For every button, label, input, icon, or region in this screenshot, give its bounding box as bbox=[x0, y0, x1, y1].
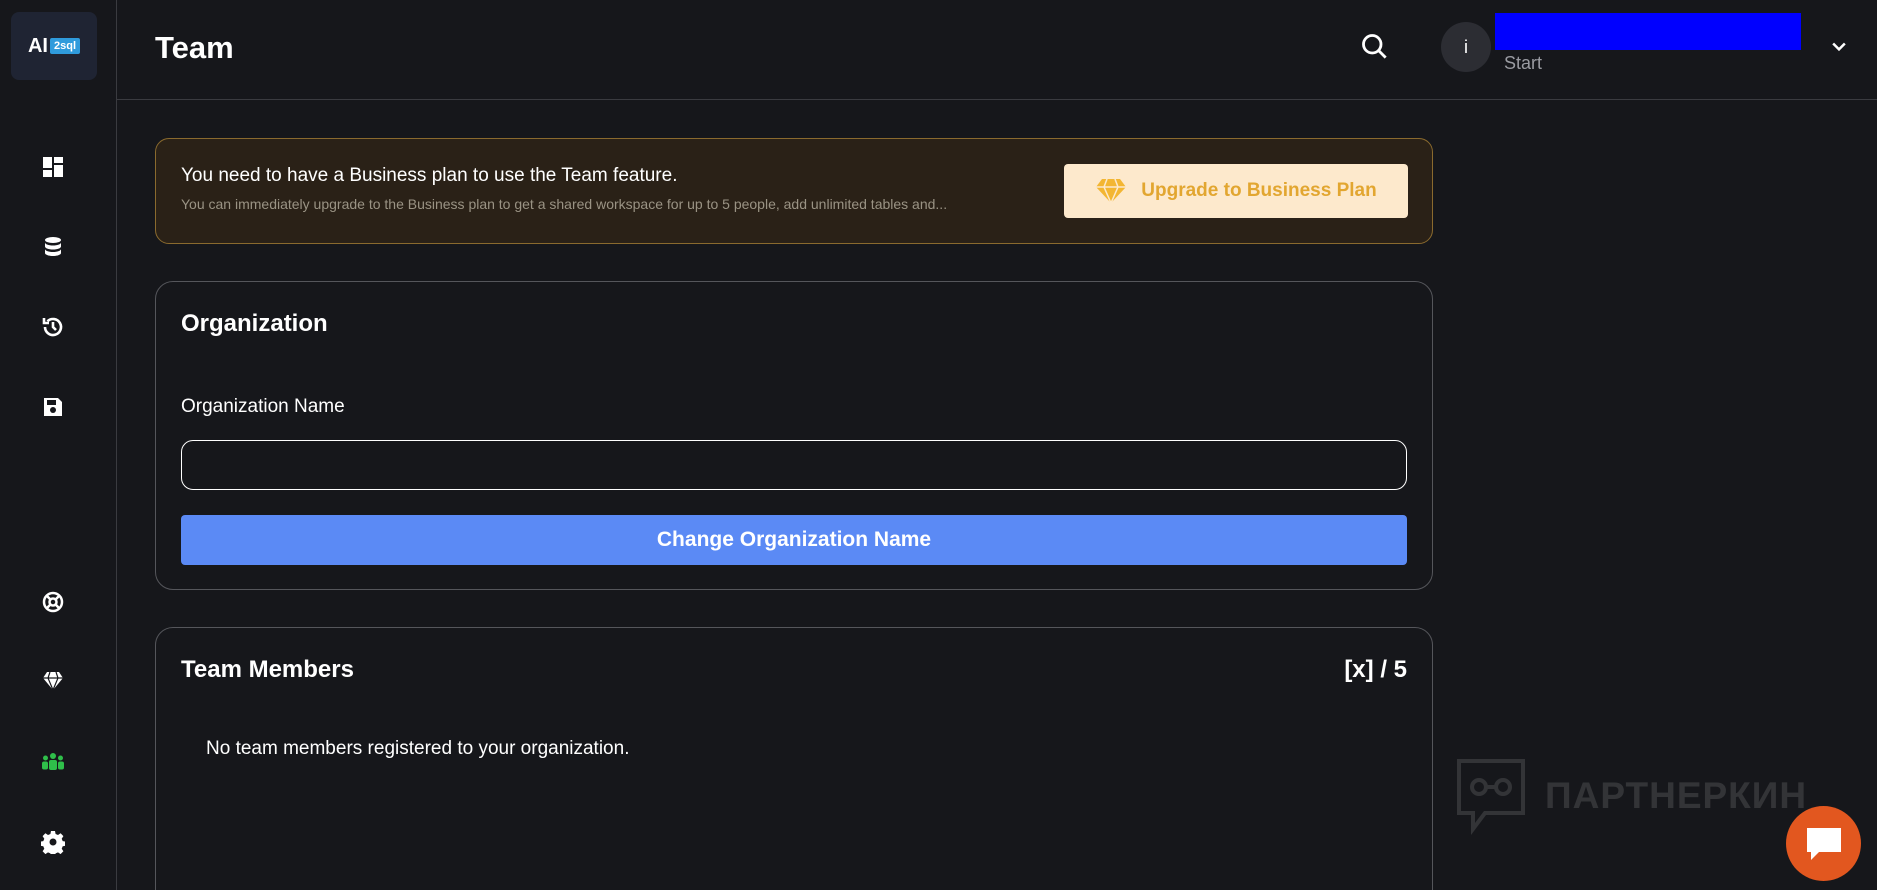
page-title: Team bbox=[155, 30, 234, 65]
upgrade-button-label: Upgrade to Business Plan bbox=[1141, 180, 1377, 201]
diamond-icon bbox=[43, 671, 63, 692]
diamond-icon bbox=[1096, 178, 1127, 205]
sidebar-item-dashboard[interactable] bbox=[38, 152, 68, 182]
team-members-card: Team Members [x] / 5 No team members reg… bbox=[155, 627, 1433, 890]
organization-name-label: Organization Name bbox=[181, 396, 345, 417]
watermark: ПАРТНЕРКИН bbox=[1455, 757, 1807, 835]
banner-title: You need to have a Business plan to use … bbox=[181, 165, 678, 186]
team-icon bbox=[42, 753, 64, 770]
gear-icon bbox=[41, 831, 65, 854]
team-member-count: [x] / 5 bbox=[1344, 656, 1407, 683]
sidebar-item-database[interactable] bbox=[38, 232, 68, 262]
top-bar: Team i Start bbox=[117, 0, 1877, 100]
support-icon bbox=[42, 591, 64, 613]
sidebar-item-settings[interactable] bbox=[38, 827, 68, 857]
sidebar-item-saved[interactable] bbox=[38, 392, 68, 422]
sidebar-item-history[interactable] bbox=[38, 312, 68, 342]
organization-card: Organization Organization Name Change Or… bbox=[155, 281, 1433, 590]
change-organization-name-button[interactable]: Change Organization Name bbox=[181, 515, 1407, 565]
team-members-empty-message: No team members registered to your organ… bbox=[206, 738, 630, 759]
sidebar-item-team[interactable] bbox=[38, 747, 68, 777]
chat-bubble-icon bbox=[1457, 759, 1525, 835]
banner-description: You can immediately upgrade to the Busin… bbox=[181, 196, 948, 212]
app-logo[interactable]: AI 2sql bbox=[11, 12, 97, 80]
logo-badge: 2sql bbox=[49, 38, 80, 54]
database-icon bbox=[45, 237, 61, 256]
upgrade-banner: You need to have a Business plan to use … bbox=[155, 138, 1433, 244]
organization-title: Organization bbox=[181, 310, 328, 337]
user-plan-label: Start bbox=[1504, 53, 1543, 73]
chevron-down-icon[interactable] bbox=[1829, 36, 1849, 56]
search-icon[interactable] bbox=[1360, 32, 1388, 60]
team-members-title: Team Members bbox=[181, 656, 354, 683]
avatar[interactable]: i bbox=[1441, 22, 1491, 72]
history-icon bbox=[42, 317, 63, 337]
watermark-text: ПАРТНЕРКИН bbox=[1545, 775, 1808, 816]
dashboard-icon bbox=[43, 157, 63, 177]
chat-launcher-button[interactable] bbox=[1786, 806, 1861, 881]
user-name-redacted[interactable] bbox=[1495, 13, 1801, 50]
organization-name-input[interactable] bbox=[181, 440, 1407, 490]
sidebar-item-support[interactable] bbox=[38, 587, 68, 617]
chat-icon bbox=[1806, 827, 1841, 860]
logo-text: AI bbox=[27, 34, 48, 57]
sidebar-item-upgrade[interactable] bbox=[38, 666, 68, 696]
upgrade-button[interactable]: Upgrade to Business Plan bbox=[1064, 164, 1408, 218]
save-icon bbox=[44, 398, 62, 416]
sidebar: AI 2sql bbox=[0, 0, 117, 890]
